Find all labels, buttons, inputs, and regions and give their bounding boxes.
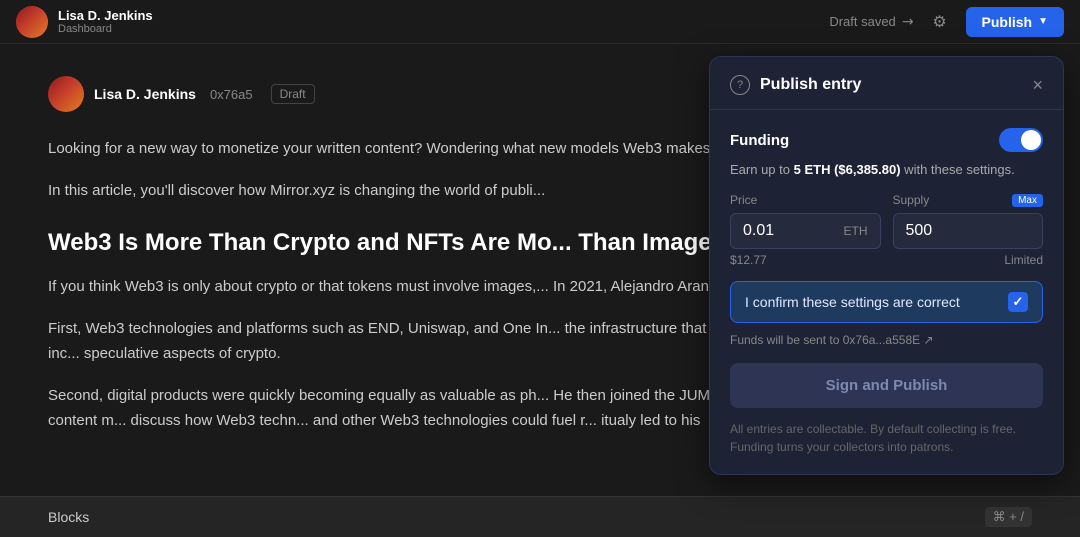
price-field: Price ETH $12.77	[730, 193, 881, 267]
confirm-checkbox[interactable]	[1008, 292, 1028, 312]
confirm-text: I confirm these settings are correct	[745, 294, 1008, 310]
draft-badge: Draft	[271, 84, 315, 104]
topbar-right: Draft saved ↗ ⚙ Publish ▼	[829, 7, 1064, 37]
chevron-down-icon: ▼	[1038, 16, 1048, 27]
author-name: Lisa D. Jenkins	[94, 86, 196, 102]
price-suffix: ETH	[844, 224, 868, 238]
funding-earn: Earn up to 5 ETH ($6,385.80) with these …	[730, 162, 1043, 177]
panel-header: ? Publish entry ×	[710, 57, 1063, 110]
publish-panel: ? Publish entry × Funding Earn up to 5 E…	[709, 56, 1064, 475]
supply-input[interactable]	[906, 222, 1006, 240]
panel-header-left: ? Publish entry	[730, 75, 861, 95]
topbar: Lisa D. Jenkins Dashboard Draft saved ↗ …	[0, 0, 1080, 44]
confirm-checkbox-row[interactable]: I confirm these settings are correct	[730, 281, 1043, 323]
blocks-label: Blocks	[48, 509, 89, 525]
user-name: Lisa D. Jenkins	[58, 8, 153, 24]
max-badge: Max	[1012, 194, 1043, 207]
panel-body: Funding Earn up to 5 ETH ($6,385.80) wit…	[710, 110, 1063, 474]
sign-publish-button[interactable]: Sign and Publish	[730, 363, 1043, 408]
content-area: Lisa D. Jenkins 0x76a5 Draft Looking for…	[0, 44, 1080, 537]
supply-label: Supply Max	[893, 193, 1044, 207]
close-icon[interactable]: ×	[1032, 76, 1043, 94]
help-icon[interactable]: ?	[730, 75, 750, 95]
funds-address: Funds will be sent to 0x76a...a558E ↗	[730, 333, 1043, 347]
supply-input-container	[893, 213, 1044, 249]
price-input[interactable]	[743, 222, 843, 240]
share-icon: ↗	[898, 11, 918, 31]
funding-toggle[interactable]	[999, 128, 1043, 152]
supply-field: Supply Max Limited	[893, 193, 1044, 267]
avatar	[16, 6, 48, 38]
draft-saved-text: Draft saved	[829, 14, 895, 29]
funding-label: Funding	[730, 132, 789, 149]
author-address: 0x76a5	[210, 87, 253, 102]
price-label: Price	[730, 193, 881, 207]
price-supply-grid: Price ETH $12.77 Supply Max	[730, 193, 1043, 267]
draft-saved-indicator: Draft saved ↗	[829, 13, 913, 30]
topbar-left: Lisa D. Jenkins Dashboard	[16, 6, 153, 38]
user-role: Dashboard	[58, 23, 153, 35]
publish-label: Publish	[982, 14, 1033, 30]
panel-footer: All entries are collectable. By default …	[730, 420, 1043, 456]
price-input-container: ETH	[730, 213, 881, 249]
blocks-toolbar: Blocks ⌘ + /	[0, 496, 1080, 537]
publish-button[interactable]: Publish ▼	[966, 7, 1064, 37]
blocks-shortcut: ⌘ + /	[985, 507, 1032, 527]
panel-title: Publish entry	[760, 76, 861, 94]
funding-row: Funding	[730, 128, 1043, 152]
author-avatar	[48, 76, 84, 112]
user-info: Lisa D. Jenkins Dashboard	[58, 8, 153, 36]
settings-icon[interactable]: ⚙	[926, 8, 954, 36]
price-usd: $12.77	[730, 253, 881, 267]
funding-earn-amount: 5 ETH ($6,385.80)	[794, 162, 901, 177]
supply-status: Limited	[893, 253, 1044, 267]
